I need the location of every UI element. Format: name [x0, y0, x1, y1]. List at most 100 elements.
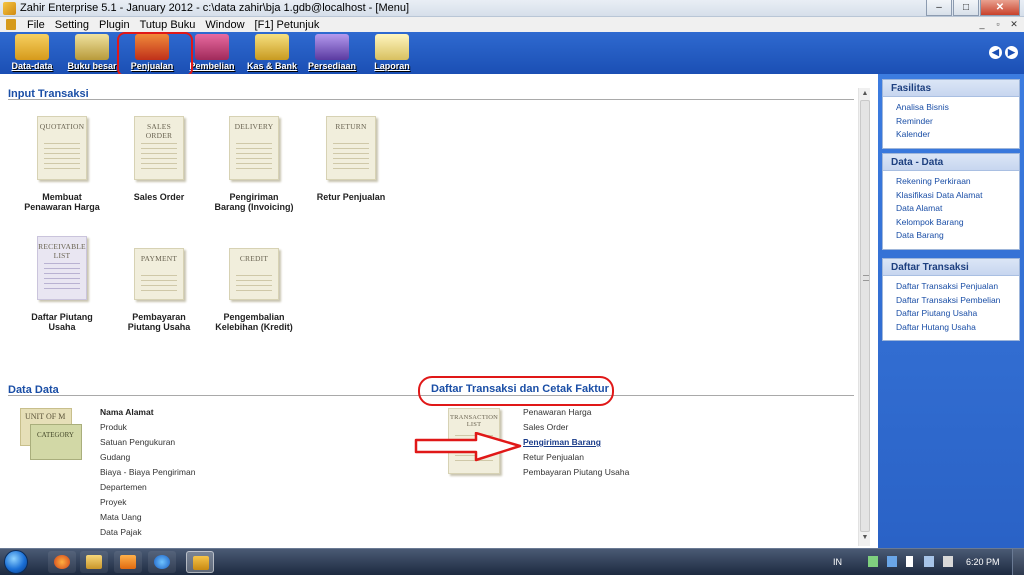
section-divider [8, 99, 854, 100]
doc-heading: PAYMENT [140, 254, 178, 263]
tile-label: Pengiriman Barang (Invoicing) [214, 192, 294, 212]
show-desktop-button[interactable] [1012, 549, 1024, 575]
toolbar-label: Penjualan [130, 61, 174, 71]
rlink-data-barang[interactable]: Data Barang [896, 229, 1019, 243]
rlink-analisa-bisnis[interactable]: Analisa Bisnis [896, 101, 1019, 115]
close-button[interactable]: ✕ [980, 0, 1020, 16]
toolbar-penjualan[interactable]: Penjualan [122, 32, 182, 74]
taskbar-internet-explorer[interactable] [148, 551, 176, 573]
toolbar-kas-bank[interactable]: Kas & Bank [242, 32, 302, 74]
window-title: Zahir Enterprise 5.1 - January 2012 - c:… [20, 2, 410, 14]
receivable-list-document-icon: RECEIVABLE LIST [37, 236, 87, 300]
red-arrow-icon [414, 432, 522, 462]
doc-heading: SALES ORDER [145, 122, 173, 140]
link-biaya-pengiriman[interactable]: Biaya - Biaya Pengiriman [100, 465, 195, 480]
tile-label: Retur Penjualan [316, 192, 386, 202]
rlink-daftar-hutang-usaha[interactable]: Daftar Hutang Usaha [896, 321, 1019, 335]
minimize-button[interactable]: – [926, 0, 952, 16]
menu-plugin[interactable]: Plugin [94, 19, 135, 31]
scroll-thumb[interactable] [860, 100, 870, 532]
mdi-restore-button[interactable]: ▫ [992, 18, 1004, 30]
rlink-rekening-perkiraan[interactable]: Rekening Perkiraan [896, 175, 1019, 189]
next-arrow-icon[interactable]: ▶ [1005, 46, 1018, 59]
menu-petunjuk[interactable]: [F1] Petunjuk [250, 19, 325, 31]
tray-wifi-icon[interactable] [924, 556, 934, 567]
tray-battery-icon[interactable] [906, 556, 913, 567]
rlink-kelompok-barang[interactable]: Kelompok Barang [896, 216, 1019, 230]
doc-heading: DELIVERY [234, 122, 274, 131]
doc-heading: CREDIT [239, 254, 269, 263]
tray-volume-icon[interactable] [943, 556, 953, 567]
scroll-down-icon[interactable]: ▼ [860, 534, 870, 544]
toolbar-label: Data-data [11, 61, 53, 71]
cash-bank-icon [255, 34, 289, 60]
prev-arrow-icon[interactable]: ◀ [989, 46, 1002, 59]
toolbar-buku-besar[interactable]: Buku besar [62, 32, 122, 74]
rlink-kalender[interactable]: Kalender [896, 128, 1019, 142]
rlink-reminder[interactable]: Reminder [896, 115, 1019, 129]
tile-delivery[interactable]: DELIVERY Pengiriman Barang (Invoicing) [214, 116, 294, 212]
mdi-close-button[interactable]: ✕ [1008, 18, 1020, 30]
link-mata-uang[interactable]: Mata Uang [100, 510, 195, 525]
menu-tutup-buku[interactable]: Tutup Buku [135, 19, 201, 31]
link-sales-order[interactable]: Sales Order [523, 420, 629, 435]
tile-credit[interactable]: CREDIT Pengembalian Kelebihan (Kredit) [214, 248, 294, 332]
link-proyek[interactable]: Proyek [100, 495, 195, 510]
tile-quotation[interactable]: QUOTATION Membuat Penawaran Harga [22, 116, 102, 212]
folder-icon [86, 555, 102, 569]
toolbar-data-data[interactable]: Data-data [2, 32, 62, 74]
link-pengiriman-barang[interactable]: Pengiriman Barang [523, 435, 629, 450]
tile-payment[interactable]: PAYMENT Pembayaran Piutang Usaha [119, 248, 199, 332]
rlink-daftar-transaksi-pembelian[interactable]: Daftar Transaksi Pembelian [896, 294, 1019, 308]
link-nama-alamat[interactable]: Nama Alamat [100, 405, 195, 420]
link-retur-penjualan[interactable]: Retur Penjualan [523, 450, 629, 465]
main-scrollbar[interactable]: ▲ ▼ [858, 88, 870, 546]
taskbar-media-player[interactable] [114, 551, 142, 573]
rlink-daftar-transaksi-penjualan[interactable]: Daftar Transaksi Penjualan [896, 280, 1019, 294]
start-button-icon[interactable] [4, 550, 28, 574]
link-departemen[interactable]: Departemen [100, 480, 195, 495]
link-produk[interactable]: Produk [100, 420, 195, 435]
tile-receivable-list[interactable]: RECEIVABLE LIST Daftar Piutang Usaha [22, 236, 102, 332]
data-data-icon [15, 34, 49, 60]
document-menu-icon[interactable] [6, 19, 16, 30]
payment-document-icon: PAYMENT [134, 248, 184, 300]
link-satuan-pengukuran[interactable]: Satuan Pengukuran [100, 435, 195, 450]
toolbar-nav: ◀ ▶ [989, 46, 1018, 59]
menu-window[interactable]: Window [200, 19, 249, 31]
zahir-app-icon [193, 556, 209, 570]
toolbar-persediaan[interactable]: Persediaan [302, 32, 362, 74]
toolbar-label: Laporan [374, 61, 410, 71]
tile-sales-order[interactable]: SALES ORDER Sales Order [119, 116, 199, 202]
menu-setting[interactable]: Setting [50, 19, 94, 31]
taskbar-explorer[interactable] [80, 551, 108, 573]
toolbar-laporan[interactable]: Laporan [362, 32, 422, 74]
language-indicator[interactable]: IN [833, 557, 842, 567]
menu-file[interactable]: File [22, 19, 50, 31]
tray-flag-icon[interactable] [868, 556, 878, 567]
mdi-minimize-button[interactable]: _ [976, 18, 988, 30]
taskbar-firefox[interactable] [48, 551, 76, 573]
credit-document-icon: CREDIT [229, 248, 279, 300]
link-gudang[interactable]: Gudang [100, 450, 195, 465]
fasilitas-heading: Fasilitas [883, 80, 1019, 97]
link-pembayaran-piutang-usaha[interactable]: Pembayaran Piutang Usaha [523, 465, 629, 480]
tile-label: Pengembalian Kelebihan (Kredit) [215, 312, 293, 332]
clock[interactable]: 6:20 PM [966, 557, 1000, 567]
toolbar-pembelian[interactable]: Pembelian [182, 32, 242, 74]
scroll-up-icon[interactable]: ▲ [860, 90, 870, 100]
rlink-klasifikasi-data-alamat[interactable]: Klasifikasi Data Alamat [896, 189, 1019, 203]
doc-heading: TRANSACTION LIST [449, 414, 499, 428]
taskbar-zahir[interactable] [186, 551, 214, 573]
link-data-pajak[interactable]: Data Pajak [100, 525, 195, 540]
data-data-links: Nama Alamat Produk Satuan Pengukuran Gud… [100, 405, 195, 540]
tile-label: Membuat Penawaran Harga [24, 192, 100, 212]
tray-network-icon[interactable] [887, 556, 897, 567]
doc-heading: RETURN [335, 122, 367, 131]
doc-heading: QUOTATION [39, 122, 85, 131]
rlink-data-alamat[interactable]: Data Alamat [896, 202, 1019, 216]
link-penawaran-harga[interactable]: Penawaran Harga [523, 405, 629, 420]
rlink-daftar-piutang-usaha[interactable]: Daftar Piutang Usaha [896, 307, 1019, 321]
maximize-button[interactable]: □ [953, 0, 979, 16]
tile-return[interactable]: RETURN Retur Penjualan [311, 116, 391, 202]
